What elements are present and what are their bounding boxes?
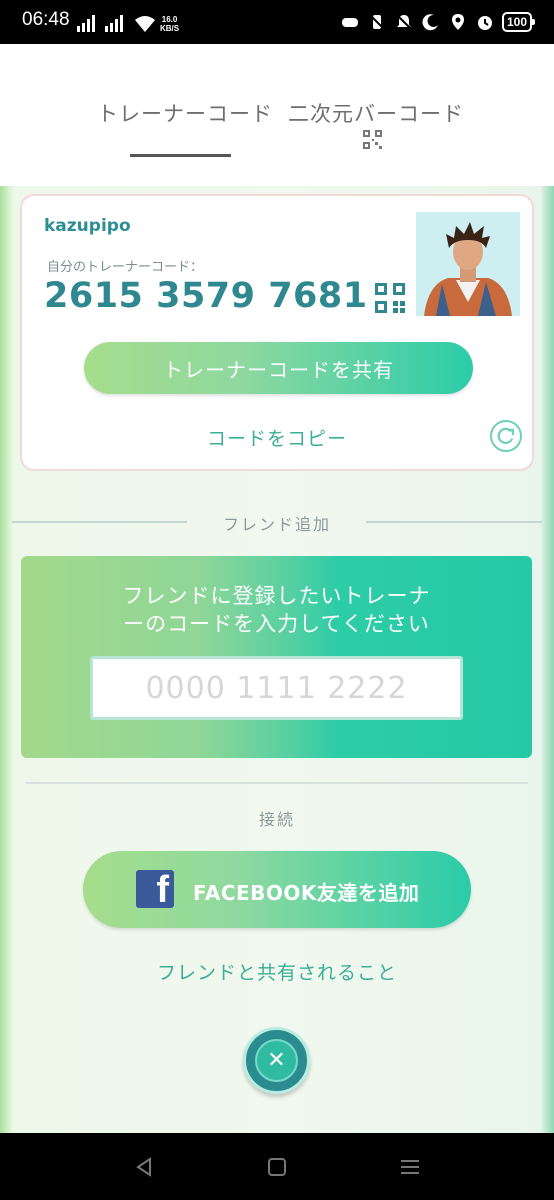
bell-off-icon	[396, 14, 412, 30]
add-friend-prompt: フレンドに登録したいトレーナ ーのコードを入力してください	[21, 582, 532, 638]
active-tab-indicator	[130, 154, 231, 157]
copy-code-link[interactable]: コードをコピー	[22, 424, 532, 451]
refresh-icon[interactable]	[490, 420, 522, 452]
status-bar: 06:48 16.0 KB/S 100	[0, 0, 554, 44]
battery-indicator: 100	[501, 12, 536, 32]
back-icon[interactable]	[130, 1153, 158, 1181]
facebook-icon: f	[136, 869, 174, 911]
trainer-code: 2615 3579 7681	[44, 276, 368, 316]
navigation-bar	[0, 1133, 554, 1200]
share-code-button[interactable]: トレーナーコードを共有	[84, 342, 473, 394]
friend-code-input[interactable]	[90, 656, 463, 720]
facebook-button-label: FACEBOOK友達を追加	[193, 881, 420, 905]
tab-trainer-code[interactable]: トレーナーコード	[97, 98, 273, 128]
trainer-card: kazupipo 自分のトレーナーコード： 2615 3579 7681 トレー…	[20, 194, 534, 471]
add-facebook-friends-button[interactable]: f FACEBOOK友達を追加	[83, 851, 471, 928]
close-button[interactable]: ✕	[243, 1027, 310, 1094]
status-icons: 100	[340, 12, 536, 32]
add-friend-prompt-line2: ーのコードを入力してください	[123, 612, 430, 636]
code-label: 自分のトレーナーコード：	[47, 260, 204, 275]
username: kazupipo	[44, 216, 131, 236]
divider	[26, 782, 528, 784]
shared-with-friends-link[interactable]: フレンドと共有されること	[0, 958, 554, 985]
connect-title: 接続	[258, 810, 295, 829]
home-icon[interactable]	[263, 1153, 291, 1181]
close-icon: ✕	[267, 1048, 286, 1073]
cellular-signal-icon-2	[105, 14, 123, 32]
location-icon	[451, 14, 464, 30]
add-friend-panel: フレンドに登録したいトレーナ ーのコードを入力してください	[21, 556, 532, 758]
qr-code-icon[interactable]	[363, 130, 382, 149]
alarm-icon	[477, 16, 492, 30]
close-button-inner: ✕	[255, 1039, 298, 1082]
moon-icon	[422, 14, 438, 31]
avatar[interactable]	[416, 212, 520, 316]
menu-icon[interactable]	[396, 1153, 424, 1181]
qr-code-icon[interactable]	[374, 282, 406, 314]
network-speed-value: 16.0	[161, 15, 178, 24]
status-time: 06:48	[22, 9, 70, 30]
game-controller-icon	[341, 18, 358, 27]
network-speed-unit: KB/S	[160, 24, 180, 33]
main-content: kazupipo 自分のトレーナーコード： 2615 3579 7681 トレー…	[0, 186, 554, 1133]
tab-qr-code[interactable]: 二次元バーコード	[288, 98, 464, 128]
add-friend-prompt-line1: フレンドに登録したいトレーナ	[122, 584, 431, 608]
add-friend-title: フレンド追加	[222, 515, 331, 534]
wifi-icon	[135, 16, 155, 32]
cellular-signal-icon	[77, 14, 95, 32]
vibrate-off-icon	[369, 14, 385, 30]
header-tabs: トレーナーコード 二次元バーコード	[0, 44, 554, 186]
network-speed: 16.0 KB/S	[160, 15, 179, 33]
